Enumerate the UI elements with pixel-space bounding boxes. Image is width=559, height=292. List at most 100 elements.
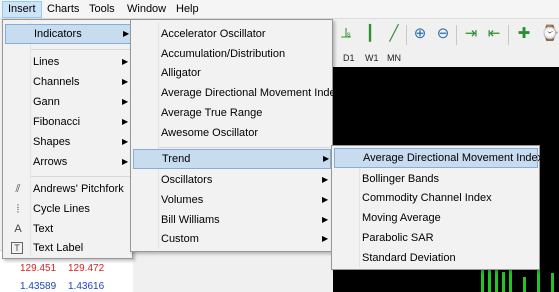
menu-item-gann[interactable]: Gann ▶ [5, 92, 131, 112]
menu-item-label: Commodity Channel Index [362, 192, 492, 204]
menu-item-label: Volumes [161, 194, 204, 206]
chevron-right-icon: ▶ [323, 154, 330, 163]
menu-item-label: Arrows [33, 156, 68, 168]
insert-menu: Indicators ▶ Lines ▶ Channels ▶ Gann ▶ F… [2, 19, 133, 259]
menu-item-text-label[interactable]: T Text Label [5, 238, 131, 258]
menu-separator [31, 176, 130, 177]
menu-item-indicators[interactable]: Indicators ▶ [5, 24, 131, 44]
menu-item-label: Gann [33, 96, 60, 108]
bar-chart-icon[interactable]: ⫡ [336, 24, 356, 44]
menu-item-standard-deviation[interactable]: Standard Deviation [334, 248, 538, 268]
menu-item-arrows[interactable]: Arrows ▶ [5, 152, 131, 172]
timeframe-d1[interactable]: D1 [343, 51, 355, 65]
zoom-out-icon[interactable]: ⊖ [433, 24, 453, 44]
chevron-right-icon: ▶ [322, 215, 329, 224]
menu-item-label: Average Directional Movement Index [363, 152, 544, 164]
menu-item-label: Average True Range [161, 107, 263, 119]
indicators-menu: Accelerator Oscillator Accumulation/Dist… [130, 19, 341, 252]
timeframe-mn[interactable]: MN [387, 51, 401, 65]
menu-item-average-directional-movement-index[interactable]: Average Directional Movement Index [133, 83, 341, 103]
menu-item-average-directional-movement-index[interactable]: Average Directional Movement Index [334, 148, 543, 168]
menu-item-custom[interactable]: Custom ▶ [133, 229, 331, 249]
menu-item-label: Standard Deviation [362, 252, 456, 264]
menu-item-label: Bollinger Bands [362, 173, 440, 185]
quote-ask[interactable]: 129.472 [68, 263, 104, 274]
chevron-right-icon: ▶ [122, 77, 129, 86]
quote-ask[interactable]: 1.43616 [68, 281, 104, 292]
menu-item-label: Text [33, 223, 54, 235]
menu-separator [159, 147, 330, 148]
periods-icon[interactable]: ⌚ [540, 24, 559, 44]
chevron-right-icon: ▶ [322, 234, 329, 243]
text-label-icon: T [11, 242, 23, 254]
menu-item-label: Accelerator Oscillator [161, 28, 266, 40]
menu-item-label: Shapes [33, 136, 71, 148]
timeframe-w1[interactable]: W1 [365, 51, 379, 65]
quote-bid[interactable]: 1.43589 [20, 281, 56, 292]
menu-item-shapes[interactable]: Shapes ▶ [5, 132, 131, 152]
chevron-right-icon: ▶ [122, 97, 129, 106]
menu-item-label: Average Directional Movement Index [161, 87, 342, 99]
menu-help[interactable]: Help [171, 1, 204, 18]
menu-item-bollinger-bands[interactable]: Bollinger Bands [334, 169, 538, 189]
menu-item-label: Cycle Lines [33, 203, 90, 215]
menu-item-lines[interactable]: Lines ▶ [5, 52, 131, 72]
menu-item-trend[interactable]: Trend ▶ [133, 149, 331, 169]
menu-item-label: Alligator [161, 67, 201, 79]
menu-insert[interactable]: Insert [2, 1, 42, 18]
pitchfork-icon: ⫽ [15, 183, 21, 195]
price-bar [488, 267, 491, 292]
price-bar [523, 277, 526, 292]
chevron-right-icon: ▶ [122, 117, 129, 126]
price-bar [551, 273, 554, 292]
menu-item-accumulation-distribution[interactable]: Accumulation/Distribution [133, 44, 331, 64]
cycle-lines-icon: ⦙ [16, 203, 20, 215]
menu-item-bill-williams[interactable]: Bill Williams ▶ [133, 210, 331, 230]
toolbar-separator [456, 25, 457, 45]
menu-item-awesome-oscillator[interactable]: Awesome Oscillator [133, 123, 331, 143]
chart-shift-icon[interactable]: ⇥ [461, 24, 481, 44]
price-bar [502, 272, 505, 292]
menu-item-alligator[interactable]: Alligator [133, 63, 331, 83]
menu-item-andrews-pitchfork[interactable]: ⫽ Andrews' Pitchfork [5, 179, 131, 199]
toolbar-separator [508, 25, 509, 45]
menu-item-label: Andrews' Pitchfork [33, 183, 124, 195]
chevron-right-icon: ▶ [123, 29, 130, 38]
quote-bid[interactable]: 129.451 [20, 263, 56, 274]
menu-item-label: Fibonacci [33, 116, 81, 128]
menu-item-label: Moving Average [362, 212, 441, 224]
candlestick-icon[interactable]: ┃ [360, 24, 380, 44]
zoom-in-icon[interactable]: ⊕ [410, 24, 430, 44]
line-chart-icon[interactable]: ╱ [384, 24, 404, 44]
menu-tools[interactable]: Tools [84, 1, 120, 18]
menu-charts[interactable]: Charts [42, 1, 84, 18]
menu-item-label: Awesome Oscillator [161, 127, 258, 139]
menu-separator [31, 49, 130, 50]
menu-item-parabolic-sar[interactable]: Parabolic SAR [334, 228, 538, 248]
toolbar-separator [406, 25, 407, 45]
menu-item-fibonacci[interactable]: Fibonacci ▶ [5, 112, 131, 132]
menu-item-moving-average[interactable]: Moving Average [334, 208, 538, 228]
menu-item-oscillators[interactable]: Oscillators ▶ [133, 170, 331, 190]
menu-bar: Insert Charts Tools Window Help [0, 0, 559, 19]
chevron-right-icon: ▶ [122, 57, 129, 66]
autoscroll-icon[interactable]: ⇤ [484, 24, 504, 44]
menu-item-label: Lines [33, 56, 60, 68]
menu-item-average-true-range[interactable]: Average True Range [133, 103, 331, 123]
menu-item-label: Indicators [34, 28, 82, 40]
menu-item-accelerator-oscillator[interactable]: Accelerator Oscillator [133, 24, 331, 44]
chevron-right-icon: ▶ [322, 175, 329, 184]
menu-item-label: Custom [161, 233, 199, 245]
menu-item-label: Oscillators [161, 174, 213, 186]
chevron-right-icon: ▶ [322, 195, 329, 204]
menu-window[interactable]: Window [122, 1, 171, 18]
indicator-list-icon[interactable]: ✚ [514, 24, 534, 44]
menu-item-label: Parabolic SAR [362, 232, 434, 244]
menu-item-text[interactable]: A Text [5, 219, 131, 239]
menu-item-cycle-lines[interactable]: ⦙ Cycle Lines [5, 199, 131, 219]
menu-item-channels[interactable]: Channels ▶ [5, 72, 131, 92]
menu-item-commodity-channel-index[interactable]: Commodity Channel Index [334, 188, 538, 208]
chevron-right-icon: ▶ [122, 137, 129, 146]
trend-menu: Average Directional Movement Index Bolli… [331, 145, 543, 270]
menu-item-volumes[interactable]: Volumes ▶ [133, 190, 331, 210]
